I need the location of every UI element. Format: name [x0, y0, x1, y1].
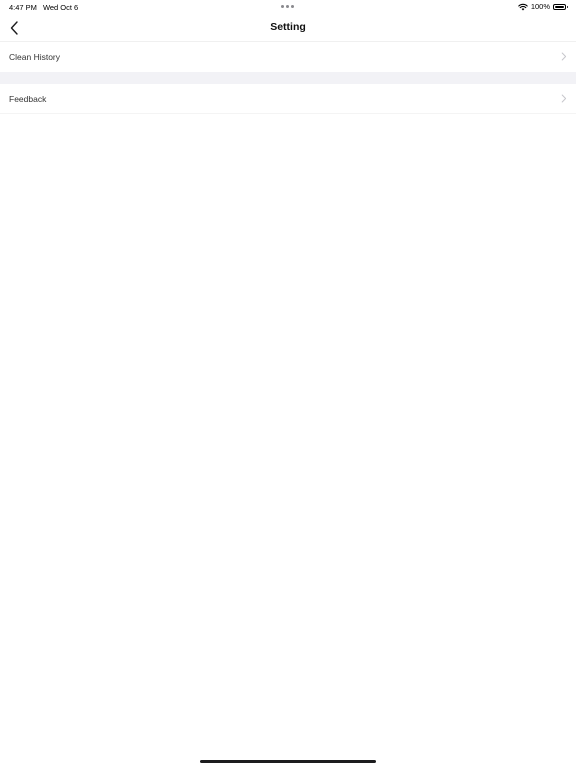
section-separator	[0, 72, 576, 84]
page-title: Setting	[270, 21, 306, 33]
home-indicator[interactable]	[200, 760, 376, 763]
wifi-icon	[518, 3, 528, 10]
status-left: 4:47 PM Wed Oct 6	[9, 3, 78, 12]
clean-history-label: Clean History	[9, 52, 61, 62]
feedback-label: Feedback	[9, 94, 47, 104]
row-divider	[0, 113, 576, 114]
dot	[286, 5, 289, 8]
settings-screen: 4:47 PM Wed Oct 6 100% Setting Clean His…	[0, 0, 576, 768]
status-bar: 4:47 PM Wed Oct 6 100%	[0, 0, 576, 14]
navigation-bar: Setting	[0, 14, 576, 42]
status-date: Wed Oct 6	[42, 3, 79, 12]
battery-level	[555, 5, 564, 8]
battery-percent: 100%	[530, 2, 550, 11]
battery-icon	[553, 3, 568, 10]
feedback-row[interactable]: Feedback	[0, 84, 576, 114]
chevron-right-icon	[561, 94, 567, 103]
battery-tip	[566, 5, 568, 8]
dot	[291, 5, 294, 8]
multitasking-dots-icon[interactable]	[281, 5, 294, 8]
status-right: 100%	[518, 2, 568, 11]
clean-history-row[interactable]: Clean History	[0, 42, 576, 72]
dot	[281, 5, 284, 8]
status-time: 4:47 PM	[9, 3, 37, 12]
chevron-right-icon	[561, 52, 567, 61]
